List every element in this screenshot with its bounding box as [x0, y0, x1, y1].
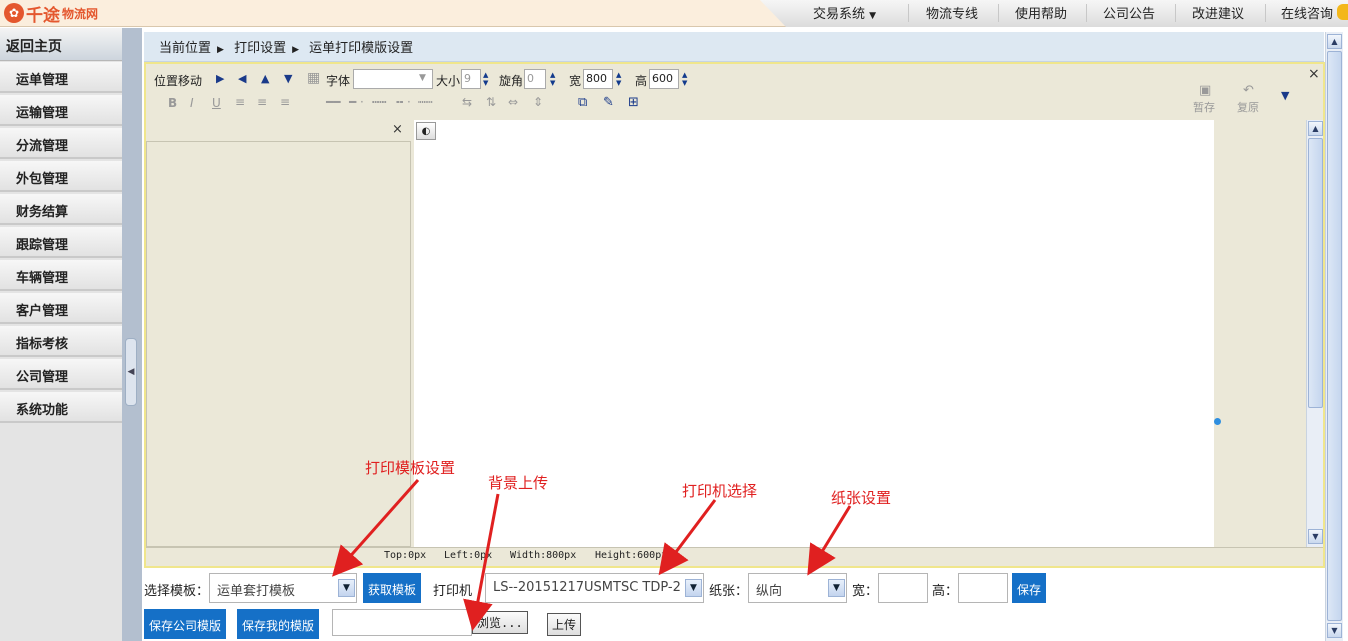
- arrow-icon: [658, 499, 717, 576]
- arrow-icon: [807, 505, 852, 576]
- annotation-arrows: [332, 479, 852, 631]
- arrow-icon: [332, 479, 420, 577]
- arrow-icon: [463, 493, 500, 631]
